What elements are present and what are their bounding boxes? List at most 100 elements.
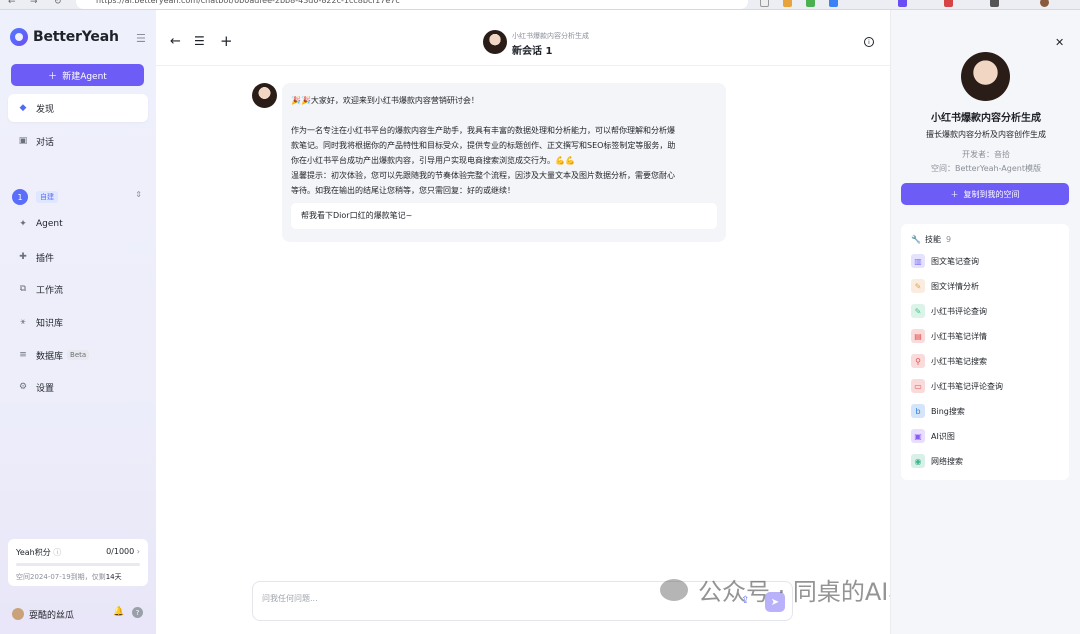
sidebar-item-discover[interactable]: ◆ 发现 (8, 94, 148, 122)
workspace-number: 1 (12, 189, 28, 205)
skill-item[interactable]: ▭ 小红书笔记评论查询 (911, 379, 1003, 393)
sidebar-item-settings[interactable]: ⚙ 设置 (8, 373, 148, 401)
extension-icon[interactable] (806, 0, 815, 7)
skills-header: 🔧 技能 9 (911, 234, 951, 245)
points-progress (16, 563, 140, 566)
agent-avatar-large (961, 52, 1010, 101)
close-icon[interactable]: ✕ (1055, 36, 1064, 49)
doc-icon: ▤ (911, 329, 925, 343)
sidebar-item-label: Agent (36, 219, 63, 229)
compass-icon: ◆ (19, 103, 27, 113)
skill-item[interactable]: ▥ 图文笔记查询 (911, 254, 979, 268)
skill-item[interactable]: ◉ 网络搜索 (911, 454, 963, 468)
agent-name: 小红书爆款内容分析生成 (931, 113, 1041, 124)
skills-label: 技能 (924, 235, 941, 244)
sidebar-item-label: 插件 (36, 253, 55, 264)
wechat-icon (660, 578, 688, 601)
chevron-right-icon: › (136, 547, 140, 556)
extension-icon[interactable] (990, 0, 999, 7)
points-label: Yeah积分 (16, 548, 51, 557)
copy-to-space-button[interactable]: ＋ 复制到我的空间 (901, 183, 1069, 205)
sidebar-item-label: 设置 (36, 383, 55, 394)
extension-icon[interactable] (829, 0, 838, 7)
image-icon: ▣ (911, 429, 925, 443)
sidebar-item-label: 对话 (36, 137, 55, 148)
skill-item[interactable]: ▤ 小红书笔记详情 (911, 329, 987, 343)
agent-space: 空间：BetterYeah-Agent模版 (930, 164, 1041, 173)
sparkle-icon: ✦ (19, 219, 27, 229)
new-agent-label: 新建Agent (62, 71, 107, 82)
user-profile[interactable]: 耍酷的丝瓜 🔔 ? (12, 606, 148, 622)
skill-item[interactable]: b Bing搜索 (911, 404, 965, 418)
back-icon[interactable]: ← (8, 0, 16, 7)
chat-title: 新会话 1 (512, 46, 553, 57)
logo-icon (10, 28, 28, 46)
sidebar-item-label: 数据库 (36, 351, 64, 362)
new-agent-button[interactable]: ＋ 新建Agent (11, 64, 144, 86)
history-list-icon[interactable]: ☰ (194, 34, 205, 48)
puzzle-icon: ✚ (19, 252, 27, 262)
sidebar-item-knowledge[interactable]: ⚹ 知识库 (8, 308, 148, 336)
skills-card: 🔧 技能 9 ▥ 图文笔记查询 ✎ 图文详情分析 ✎ 小红书评论查询 ▤ 小红书笔记详情 ⚲ 小红… (901, 224, 1069, 480)
bookmark-icon[interactable] (760, 0, 769, 7)
extension-icon[interactable] (783, 0, 792, 7)
agent-developer: 开发者：音拾 (962, 150, 1010, 159)
expire-days: 14天 (105, 573, 122, 581)
skill-item[interactable]: ✎ 小红书评论查询 (911, 304, 987, 318)
beta-badge: Beta (67, 350, 90, 360)
pencil-icon: ✎ (911, 279, 925, 293)
message-line: 🎉🎉大家好，欢迎来到小红书爆款内容营销研讨会！ (291, 96, 479, 105)
network-icon: ⚹ (20, 317, 26, 327)
extension-icon[interactable] (898, 0, 907, 7)
bing-icon: b (911, 404, 925, 418)
workspace-switcher[interactable]: 1 自建 ⇕ (12, 188, 144, 206)
sidebar-item-agent[interactable]: ✦ Agent (8, 210, 148, 238)
extension-icon[interactable] (944, 0, 953, 7)
skill-label: 图文详情分析 (931, 281, 979, 291)
message-avatar (252, 83, 277, 108)
info-icon[interactable]: i (864, 37, 874, 47)
agent-avatar (483, 30, 507, 54)
copy-button-label: 复制到我的空间 (963, 189, 1020, 199)
profile-icon[interactable] (1040, 0, 1049, 7)
skill-label: Bing搜索 (931, 406, 965, 416)
search-icon: ⚲ (911, 354, 925, 368)
message-line: 温馨提示：初次体验，您可以先跟随我的节奏体验完整个流程，因涉及大量文本及图片数据… (291, 171, 675, 180)
skill-item[interactable]: ⚲ 小红书笔记搜索 (911, 354, 987, 368)
globe-icon: ◉ (911, 454, 925, 468)
back-arrow-icon[interactable]: ← (170, 34, 181, 49)
chat-input[interactable] (262, 594, 722, 603)
expire-text: 空间2024-07-19到期，仅剩 (16, 573, 106, 581)
bell-icon[interactable]: 🔔 (113, 607, 124, 617)
plus-icon: ＋ (950, 189, 959, 199)
new-chat-icon[interactable]: + (220, 32, 233, 50)
database-icon: ≡ (19, 350, 27, 360)
collapse-sidebar-icon[interactable]: ☰ (136, 32, 146, 45)
sidebar-item-chat[interactable]: ▣ 对话 (8, 127, 148, 155)
skills-count: 9 (945, 235, 952, 244)
user-name: 耍酷的丝瓜 (29, 610, 75, 621)
sidebar-item-label: 工作流 (36, 285, 64, 296)
chat-header: ← ☰ + 小红书爆款内容分析生成 新会话 1 i (156, 10, 890, 66)
chat-agent-name: 小红书爆款内容分析生成 (512, 32, 589, 40)
sidebar-item-database[interactable]: ≡ 数据库 Beta (8, 341, 148, 369)
brand-logo[interactable]: BetterYeah (10, 28, 119, 46)
skill-label: 小红书评论查询 (931, 306, 987, 316)
message-line: 作为一名专注在小红书平台的爆款内容生产助手，我具有丰富的数据处理和分析能力，可以… (291, 126, 675, 135)
workflow-icon: ⧉ (19, 284, 27, 294)
skill-item[interactable]: ▣ AI识图 (911, 429, 955, 443)
sidebar-item-workflow[interactable]: ⧉ 工作流 (8, 275, 148, 303)
reload-icon[interactable]: ↻ (54, 0, 62, 7)
sidebar: BetterYeah ☰ ＋ 新建Agent ◆ 发现 ▣ 对话 1 自建 ⇕ … (0, 10, 156, 634)
skill-label: 小红书笔记搜索 (931, 356, 987, 366)
skill-label: 图文笔记查询 (931, 256, 979, 266)
message-line: 等待。如我在输出的结尾让您稍等，您只需回复：好的或继续！ (291, 186, 515, 195)
skill-label: AI识图 (931, 431, 955, 441)
help-icon[interactable]: ? (132, 607, 143, 618)
suggested-prompt[interactable]: 帮我看下Dior口红的爆款笔记~ (291, 203, 717, 229)
skill-item[interactable]: ✎ 图文详情分析 (911, 279, 979, 293)
sidebar-item-plugins[interactable]: ✚ 插件 (8, 243, 148, 271)
url-bar[interactable]: https://ai.betteryeah.com/chatbot/0b0adf… (76, 0, 748, 9)
points-card[interactable]: Yeah积分 ⓘ 0/1000 › 空间2024-07-19到期，仅剩14天 (8, 539, 148, 586)
forward-icon[interactable]: → (30, 0, 38, 7)
